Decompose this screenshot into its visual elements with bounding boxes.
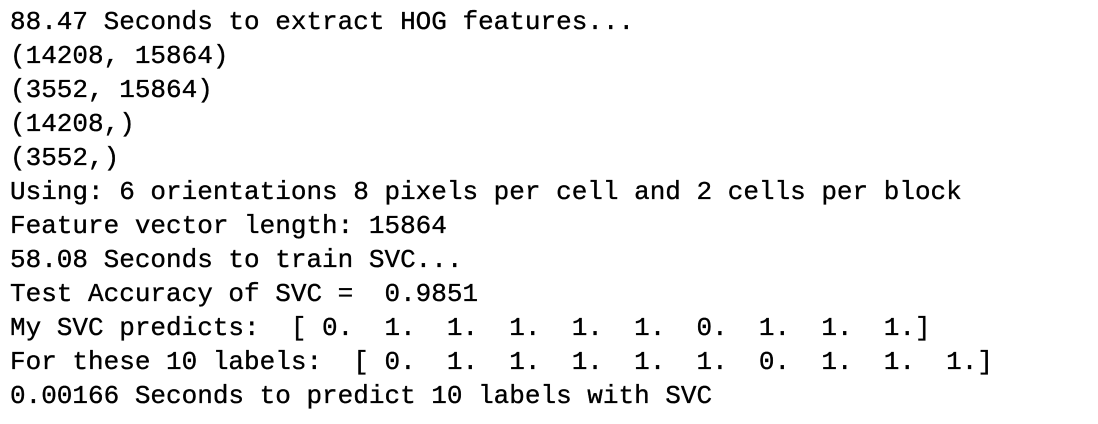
console-line-true-labels: For these 10 labels: [ 0. 1. 1. 1. 1. 1.…: [10, 347, 993, 377]
console-line-train-labels-shape: (14208,): [10, 109, 135, 139]
console-line-train-shape: (14208, 15864): [10, 41, 229, 71]
console-line-hog-extract-time: 88.47 Seconds to extract HOG features...: [10, 7, 635, 37]
console-line-predict-time: 0.00166 Seconds to predict 10 labels wit…: [10, 381, 713, 411]
console-line-test-labels-shape: (3552,): [10, 143, 120, 173]
console-line-test-shape: (3552, 15864): [10, 75, 213, 105]
console-line-predictions: My SVC predicts: [ 0. 1. 1. 1. 1. 1. 0. …: [10, 313, 931, 343]
console-line-hog-params: Using: 6 orientations 8 pixels per cell …: [10, 177, 962, 207]
console-line-test-accuracy: Test Accuracy of SVC = 0.9851: [10, 279, 479, 309]
console-line-train-time: 58.08 Seconds to train SVC...: [10, 245, 463, 275]
console-line-feature-length: Feature vector length: 15864: [10, 211, 447, 241]
console-output: 88.47 Seconds to extract HOG features...…: [10, 5, 1090, 413]
